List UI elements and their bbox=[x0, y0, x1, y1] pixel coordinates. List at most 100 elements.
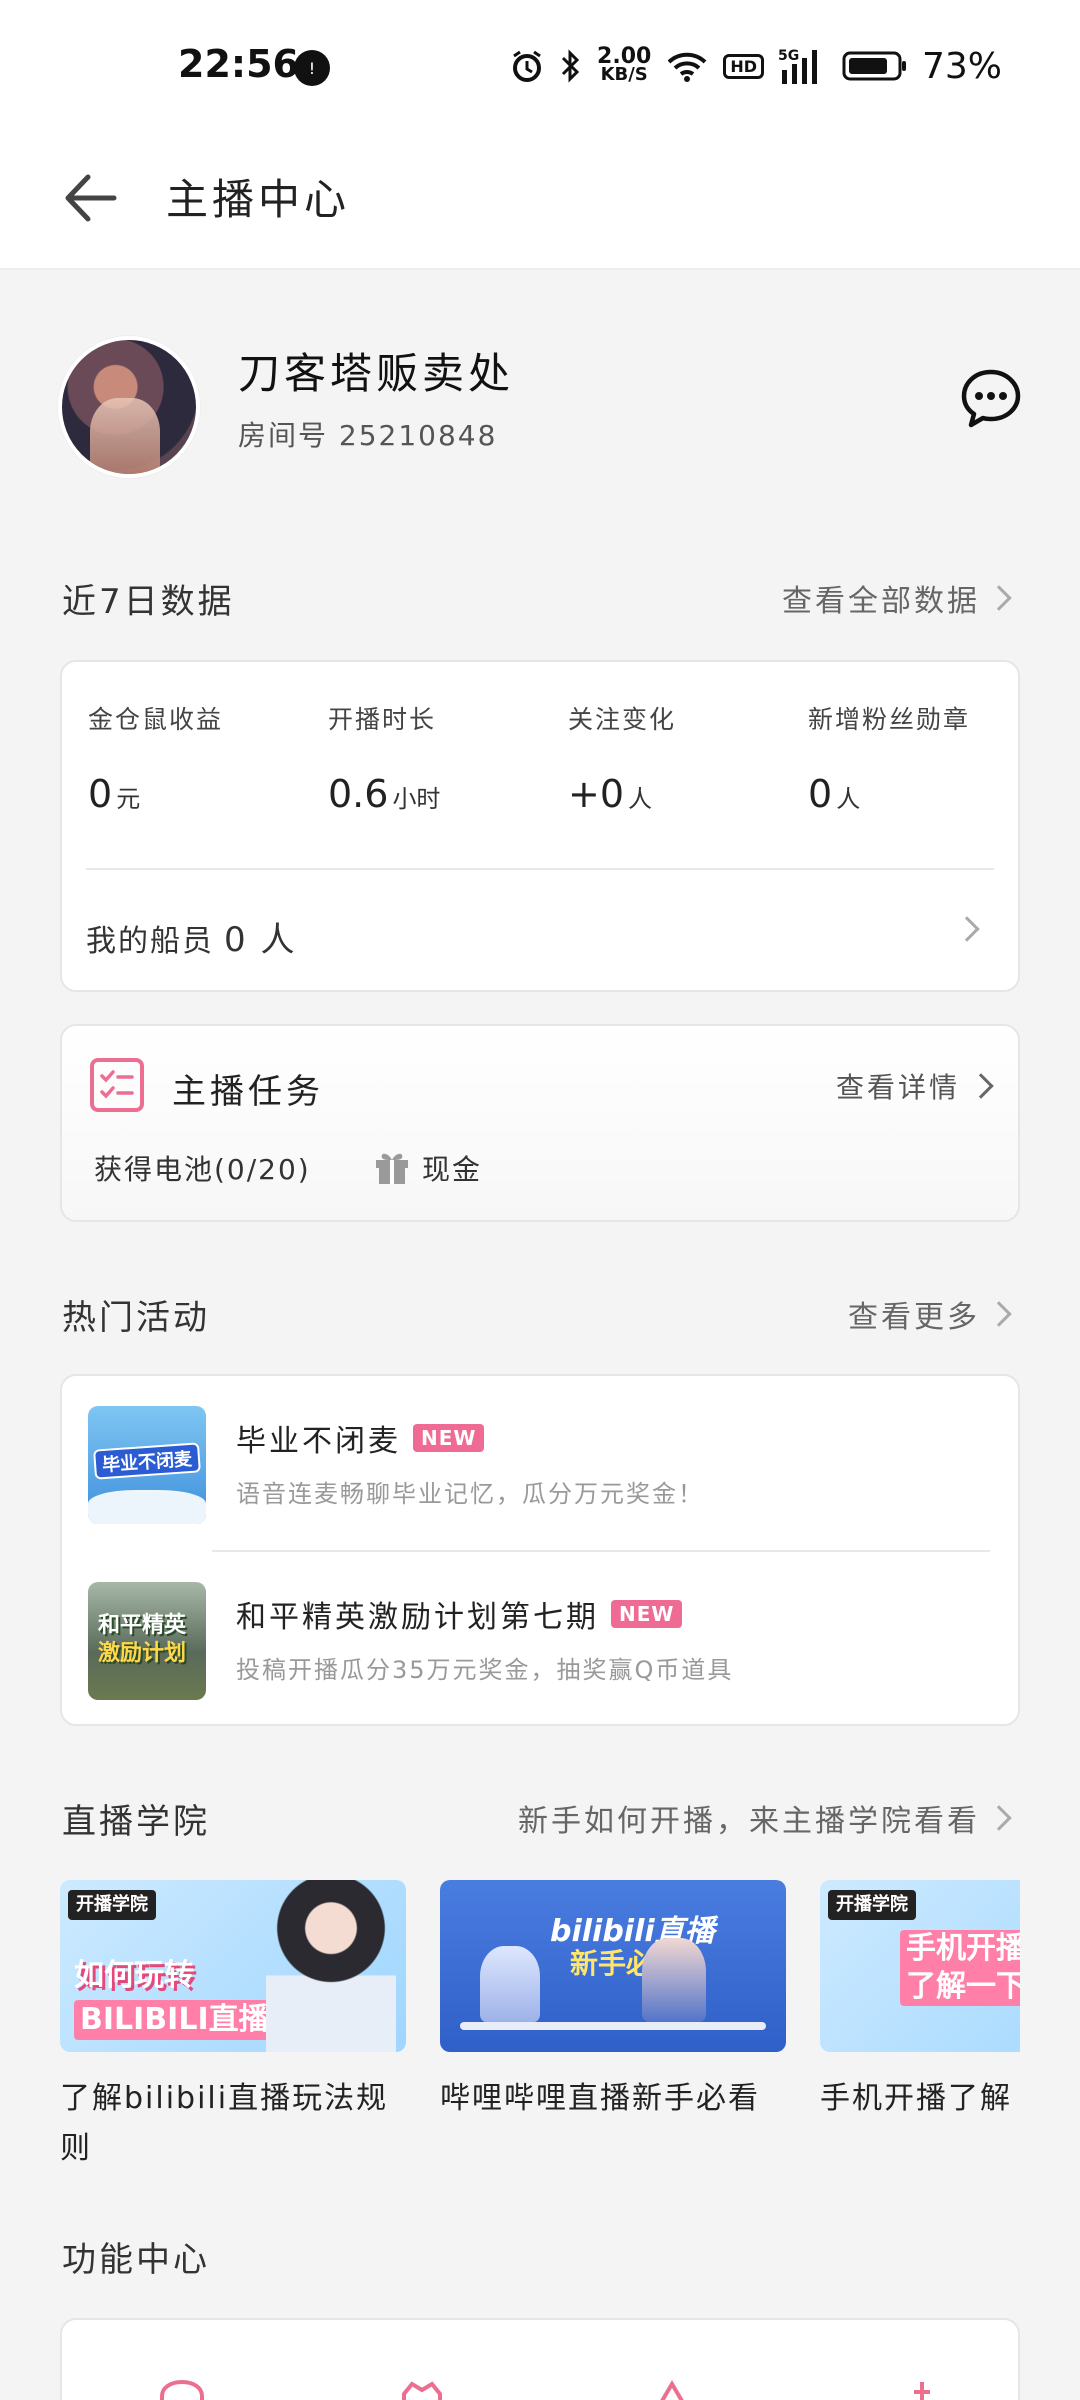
stats-card: 金仓鼠收益 0元 开播时长 0.6 小时 关注变化 +0 人 新增粉丝勋章 0人 我… bbox=[60, 660, 1020, 992]
alarm-icon bbox=[509, 48, 545, 84]
stat-value: 0 bbox=[808, 772, 833, 816]
stat-stream-duration[interactable]: 开播时长 0.6 小时 bbox=[328, 700, 440, 816]
function-icon[interactable] bbox=[152, 2378, 212, 2400]
cash-reward: 现金 bbox=[422, 1153, 483, 1186]
function-icon[interactable] bbox=[642, 2378, 702, 2400]
thumbnail-text: 毕业不闭麦 bbox=[93, 1442, 201, 1480]
function-center-title: 功能中心 bbox=[62, 2240, 210, 2280]
hd-icon: HD bbox=[723, 53, 764, 79]
academy-banner-text: 手机开播 了解一下 bbox=[900, 1930, 1020, 2006]
gift-icon bbox=[372, 1146, 412, 1186]
banner-line: 了解一下 bbox=[906, 1969, 1020, 2004]
net-speed: 2.00 KB/S bbox=[597, 46, 651, 85]
academy-item[interactable]: 开播学院 手机开播 了解一下 手机开播了解 bbox=[820, 1880, 1020, 2124]
academy-thumbnail: 开播学院 手机开播 了解一下 bbox=[820, 1880, 1020, 2052]
stat-unit: 人 bbox=[628, 785, 653, 813]
stat-unit: 人 bbox=[836, 785, 861, 813]
status-bar: 22:56 ! 2.00 KB/S HD 5G 73% bbox=[0, 0, 1080, 130]
task-list-icon bbox=[90, 1058, 144, 1112]
new-badge: NEW bbox=[611, 1600, 683, 1628]
function-icon[interactable] bbox=[892, 2378, 952, 2400]
academy-logo: 开播学院 bbox=[68, 1890, 156, 1920]
stat-unit: 元 bbox=[116, 785, 141, 813]
message-button[interactable] bbox=[958, 366, 1024, 432]
view-all-data-link[interactable]: 查看全部数据 bbox=[782, 576, 1012, 620]
stat-follow-change[interactable]: 关注变化 +0 人 bbox=[568, 700, 676, 816]
bluetooth-icon bbox=[559, 48, 583, 84]
thumbnail-text: 激励计划 bbox=[98, 1641, 187, 1666]
academy-caption: 手机开播了解 bbox=[820, 2081, 1012, 2116]
event-thumbnail: 毕业不闭麦 bbox=[88, 1406, 206, 1524]
event-description: 语音连麦畅聊毕业记忆，瓜分万元奖金！ bbox=[236, 1480, 704, 1508]
academy-item[interactable]: bilibili直播 新手必看 哔哩哔哩直播新手必看 bbox=[440, 1880, 786, 2124]
status-time: 22:56 bbox=[178, 42, 299, 86]
battery-progress: 获得电池(0/20) bbox=[94, 1153, 311, 1186]
academy-thumbnail: bilibili直播 新手必看 bbox=[440, 1880, 786, 2052]
divider bbox=[86, 868, 994, 870]
stat-value: 0 bbox=[88, 772, 113, 816]
room-number: 房间号 25210848 bbox=[238, 419, 498, 452]
battery-icon bbox=[842, 49, 908, 83]
view-more-events-link[interactable]: 查看更多 bbox=[848, 1292, 1012, 1336]
chevron-right-icon bbox=[954, 916, 980, 942]
function-center-card bbox=[60, 2318, 1020, 2400]
event-thumbnail: 和平精英 激励计划 bbox=[88, 1582, 206, 1700]
banner-line: 如何玩转 bbox=[74, 1958, 194, 1993]
event-item[interactable]: 毕业不闭麦 毕业不闭麦 NEW 语音连麦畅聊毕业记忆，瓜分万元奖金！ bbox=[88, 1406, 998, 1526]
back-arrow-icon bbox=[65, 174, 117, 222]
app-header: 主播中心 bbox=[0, 130, 1080, 270]
event-title: 和平精英激励计划第七期 bbox=[236, 1600, 599, 1635]
chevron-right-icon bbox=[986, 1301, 1012, 1327]
wifi-icon bbox=[665, 48, 709, 84]
streamer-tasks-card[interactable]: 主播任务 查看详情 获得电池(0/20) 现金 bbox=[60, 1024, 1020, 1222]
academy-item[interactable]: 开播学院 如何玩转 BILIBILI直播 了解bilibili直播玩法规则 bbox=[60, 1880, 406, 2174]
view-details-label: 查看详情 bbox=[835, 1071, 960, 1104]
academy-carousel[interactable]: 开播学院 如何玩转 BILIBILI直播 了解bilibili直播玩法规则 bi… bbox=[60, 1880, 1020, 2180]
streamer-name: 刀客塔贩卖处 bbox=[238, 349, 515, 398]
academy-link-label: 新手如何开播，来主播学院看看 bbox=[518, 1804, 980, 1839]
crew-count: 0 人 bbox=[224, 920, 297, 960]
thumbnail-wave bbox=[88, 1490, 206, 1524]
event-title: 毕业不闭麦 bbox=[236, 1424, 401, 1459]
new-badge: NEW bbox=[413, 1424, 485, 1452]
stat-label: 金仓鼠收益 bbox=[88, 705, 224, 734]
view-all-data-label: 查看全部数据 bbox=[782, 584, 980, 619]
hot-events-title: 热门活动 bbox=[62, 1298, 210, 1338]
chat-bubble-icon bbox=[961, 369, 1021, 428]
svg-text:5G: 5G bbox=[778, 48, 799, 64]
chevron-right-icon bbox=[986, 1805, 1012, 1831]
stat-label: 新增粉丝勋章 bbox=[808, 705, 971, 734]
academy-caption: 哔哩哔哩直播新手必看 bbox=[440, 2081, 760, 2116]
event-item[interactable]: 和平精英 激励计划 和平精英激励计划第七期 NEW 投稿开播瓜分35万元奖金，抽奖赢… bbox=[88, 1582, 998, 1702]
net-speed-unit: KB/S bbox=[600, 64, 648, 85]
events-card: 毕业不闭麦 毕业不闭麦 NEW 语音连麦畅聊毕业记忆，瓜分万元奖金！ 和平精英 激励… bbox=[60, 1374, 1020, 1726]
signal-icon: 5G bbox=[778, 46, 828, 86]
my-crew-row[interactable]: 我的船员 0 人 bbox=[86, 912, 296, 961]
view-task-details-link[interactable]: 查看详情 bbox=[835, 1066, 994, 1106]
presenter-image bbox=[266, 1880, 396, 2052]
mascot-image bbox=[480, 1946, 540, 2022]
function-icon[interactable] bbox=[392, 2378, 452, 2400]
chevron-right-icon bbox=[968, 1073, 994, 1099]
stat-new-fan-medals[interactable]: 新增粉丝勋章 0人 bbox=[808, 700, 970, 816]
desk-shape bbox=[460, 2022, 766, 2030]
page-title: 主播中心 bbox=[166, 175, 351, 224]
stat-label: 关注变化 bbox=[568, 705, 677, 734]
chevron-right-icon bbox=[986, 585, 1012, 611]
notification-dot-icon: ! bbox=[294, 50, 330, 86]
stat-value: 0.6 bbox=[328, 772, 389, 816]
battery-percent: 73% bbox=[921, 45, 1002, 87]
academy-banner-text: 如何玩转 BILIBILI直播 bbox=[74, 1956, 275, 2040]
thumbnail-text: 和平精英 bbox=[98, 1613, 187, 1638]
avatar[interactable] bbox=[58, 336, 200, 478]
recent-data-title: 近7日数据 bbox=[62, 582, 235, 622]
status-icons: 2.00 KB/S HD 5G 73% bbox=[509, 36, 1080, 96]
stat-label: 开播时长 bbox=[328, 705, 437, 734]
academy-thumbnail: 开播学院 如何玩转 BILIBILI直播 bbox=[60, 1880, 406, 2052]
stat-hamster-income[interactable]: 金仓鼠收益 0元 bbox=[88, 700, 223, 816]
back-button[interactable] bbox=[50, 158, 130, 238]
stat-unit: 小时 bbox=[392, 785, 441, 813]
academy-link[interactable]: 新手如何开播，来主播学院看看 bbox=[518, 1796, 1012, 1840]
academy-caption: 了解bilibili直播玩法规则 bbox=[60, 2081, 389, 2166]
crew-label: 我的船员 bbox=[86, 924, 214, 959]
